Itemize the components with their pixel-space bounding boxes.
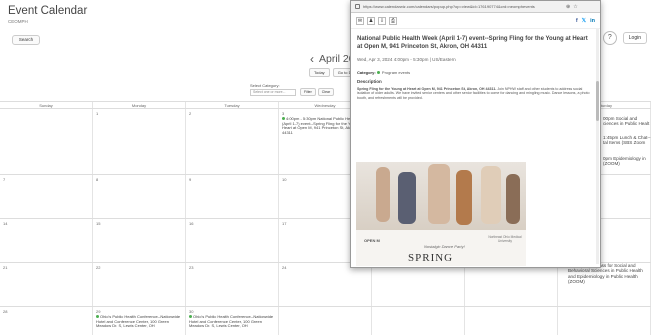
- poster-university-logo: Northeast Ohio Medical University: [488, 235, 522, 243]
- day-number: 22: [96, 265, 101, 270]
- event-poster-image: OPEN M Nostalgic Dance Party! SPRING Nor…: [356, 162, 526, 266]
- twitter-icon[interactable]: 𝕏: [582, 18, 586, 24]
- popup-category: Category: Program events: [351, 62, 600, 75]
- category-label: Select Category:: [250, 83, 280, 88]
- category-select[interactable]: Select one or more...: [250, 89, 296, 96]
- facebook-icon[interactable]: f: [576, 18, 578, 24]
- saturday-event-3[interactable]: 0pm Epidemiology in (ZOOM): [603, 156, 651, 167]
- event-text: Ohio's Public Health Conference--Nationw…: [189, 314, 274, 328]
- weekday-0: Sunday: [0, 102, 93, 108]
- download-icon[interactable]: ⇩: [378, 16, 386, 25]
- social-links: f 𝕏 in: [576, 18, 595, 24]
- day-number: 23: [189, 265, 194, 270]
- email-icon[interactable]: ✉: [356, 16, 364, 25]
- day-cell[interactable]: [465, 263, 558, 306]
- poster-tagline: Nostalgic Dance Party!: [424, 244, 465, 249]
- category-key: Category:: [357, 70, 376, 75]
- day-cell[interactable]: [0, 109, 93, 174]
- popup-event-date: Wed, Apr 3, 2024 4:00pm - 5:30pm | US/Ea…: [357, 57, 456, 62]
- calendar-app: Event Calendar CEOMPH Search › ? Login ‹…: [0, 0, 651, 335]
- star-icon[interactable]: ☆: [573, 4, 577, 10]
- poster-logo: OPEN M: [364, 238, 380, 243]
- day-cell[interactable]: 23: [186, 263, 279, 306]
- day-cell[interactable]: 2: [186, 109, 279, 174]
- filter-button[interactable]: Filter: [300, 88, 316, 96]
- day-cell[interactable]: [372, 307, 465, 335]
- day-number: 28: [3, 309, 8, 314]
- today-button[interactable]: Today: [309, 68, 330, 77]
- day-cell[interactable]: [558, 307, 651, 335]
- day-cell[interactable]: 9: [186, 175, 279, 218]
- day-number: 1: [96, 111, 99, 116]
- category-buttons: Filter Clear: [300, 88, 335, 96]
- poster-photo: [356, 162, 526, 230]
- poster-headline: SPRING: [408, 252, 454, 264]
- day-cell[interactable]: 29 Ohio's Public Health Conference--Natio…: [93, 307, 186, 335]
- person-icon[interactable]: ♟: [367, 16, 375, 25]
- popup-scroll-thumb[interactable]: [596, 81, 599, 121]
- day-cell[interactable]: 7: [0, 175, 93, 218]
- day-cell[interactable]: 1: [93, 109, 186, 174]
- week-row: 21 22 23 24: [0, 263, 651, 307]
- search-button[interactable]: Search: [12, 35, 40, 45]
- description-heading: Description: [357, 79, 382, 84]
- popup-url-bar: https://www.calendarwiz.com/calendars/po…: [351, 1, 600, 13]
- day-cell[interactable]: [372, 263, 465, 306]
- weekday-1: Monday: [93, 102, 186, 108]
- clear-button[interactable]: Clear: [317, 88, 335, 96]
- prev-month-icon[interactable]: ‹: [310, 52, 314, 66]
- day-cell[interactable]: 15: [93, 219, 186, 262]
- popup-event-title: National Public Health Week (April 1-7) …: [357, 36, 588, 50]
- zoom-icon[interactable]: ⊕: [566, 4, 570, 10]
- day-number: 14: [3, 221, 8, 226]
- event-popup-window: https://www.calendarwiz.com/calendars/po…: [350, 0, 601, 268]
- linkedin-icon[interactable]: in: [590, 18, 595, 24]
- day-cell[interactable]: 16: [186, 219, 279, 262]
- day-cell[interactable]: 8: [93, 175, 186, 218]
- calendar-event[interactable]: Ohio's Public Health Conference--Nationw…: [96, 314, 182, 329]
- day-cell[interactable]: 30 Ohio's Public Health Conference--Natio…: [186, 307, 279, 335]
- event-text: Ohio's Public Health Conference--Nationw…: [96, 314, 181, 328]
- popup-url[interactable]: https://www.calendarwiz.com/calendars/po…: [363, 4, 563, 9]
- saturday-event-2[interactable]: 1:45pm Lunch & Chat-- tal Items (SBS Zoo…: [603, 135, 651, 146]
- help-icon[interactable]: ?: [602, 31, 617, 45]
- login-button[interactable]: Login: [622, 32, 647, 44]
- day-cell[interactable]: 28: [0, 307, 93, 335]
- share-toolbar: ✉ ♟ ⇩ ⎙ f 𝕏 in: [351, 13, 600, 29]
- day-cell[interactable]: 21: [0, 263, 93, 306]
- day-number: 7: [3, 177, 6, 182]
- day-number: 2: [189, 111, 192, 116]
- app-subtitle: CEOMPH: [8, 19, 28, 24]
- lock-icon: [355, 4, 360, 9]
- weekday-2: Tuesday: [186, 102, 279, 108]
- description-body: Spring Fling for the Young at Heart at O…: [351, 84, 600, 100]
- popup-scrollbar[interactable]: [596, 29, 599, 264]
- day-cell[interactable]: [465, 307, 558, 335]
- day-number: 15: [96, 221, 101, 226]
- day-number: 8: [96, 177, 99, 182]
- category-value: Program events: [381, 70, 411, 75]
- day-cell[interactable]: 22: [93, 263, 186, 306]
- category-dot-icon: [376, 71, 380, 75]
- description-bold: Spring Fling for the Young at Heart at O…: [357, 87, 497, 91]
- calendar-event[interactable]: Ohio's Public Health Conference--Nationw…: [189, 314, 275, 329]
- day-number: 21: [3, 265, 8, 270]
- day-cell[interactable]: 24: [279, 263, 372, 306]
- print-icon[interactable]: ⎙: [389, 16, 397, 25]
- saturday-event-1[interactable]: 00pm Social and ciences in Public Healt: [603, 116, 651, 127]
- day-cell[interactable]: 14: [0, 219, 93, 262]
- day-number: 9: [189, 177, 192, 182]
- day-cell[interactable]: [279, 307, 372, 335]
- day-number: 16: [189, 221, 194, 226]
- app-title: Event Calendar: [8, 5, 88, 17]
- week-row: 28 29 Ohio's Public Health Conference--Nat…: [0, 307, 651, 335]
